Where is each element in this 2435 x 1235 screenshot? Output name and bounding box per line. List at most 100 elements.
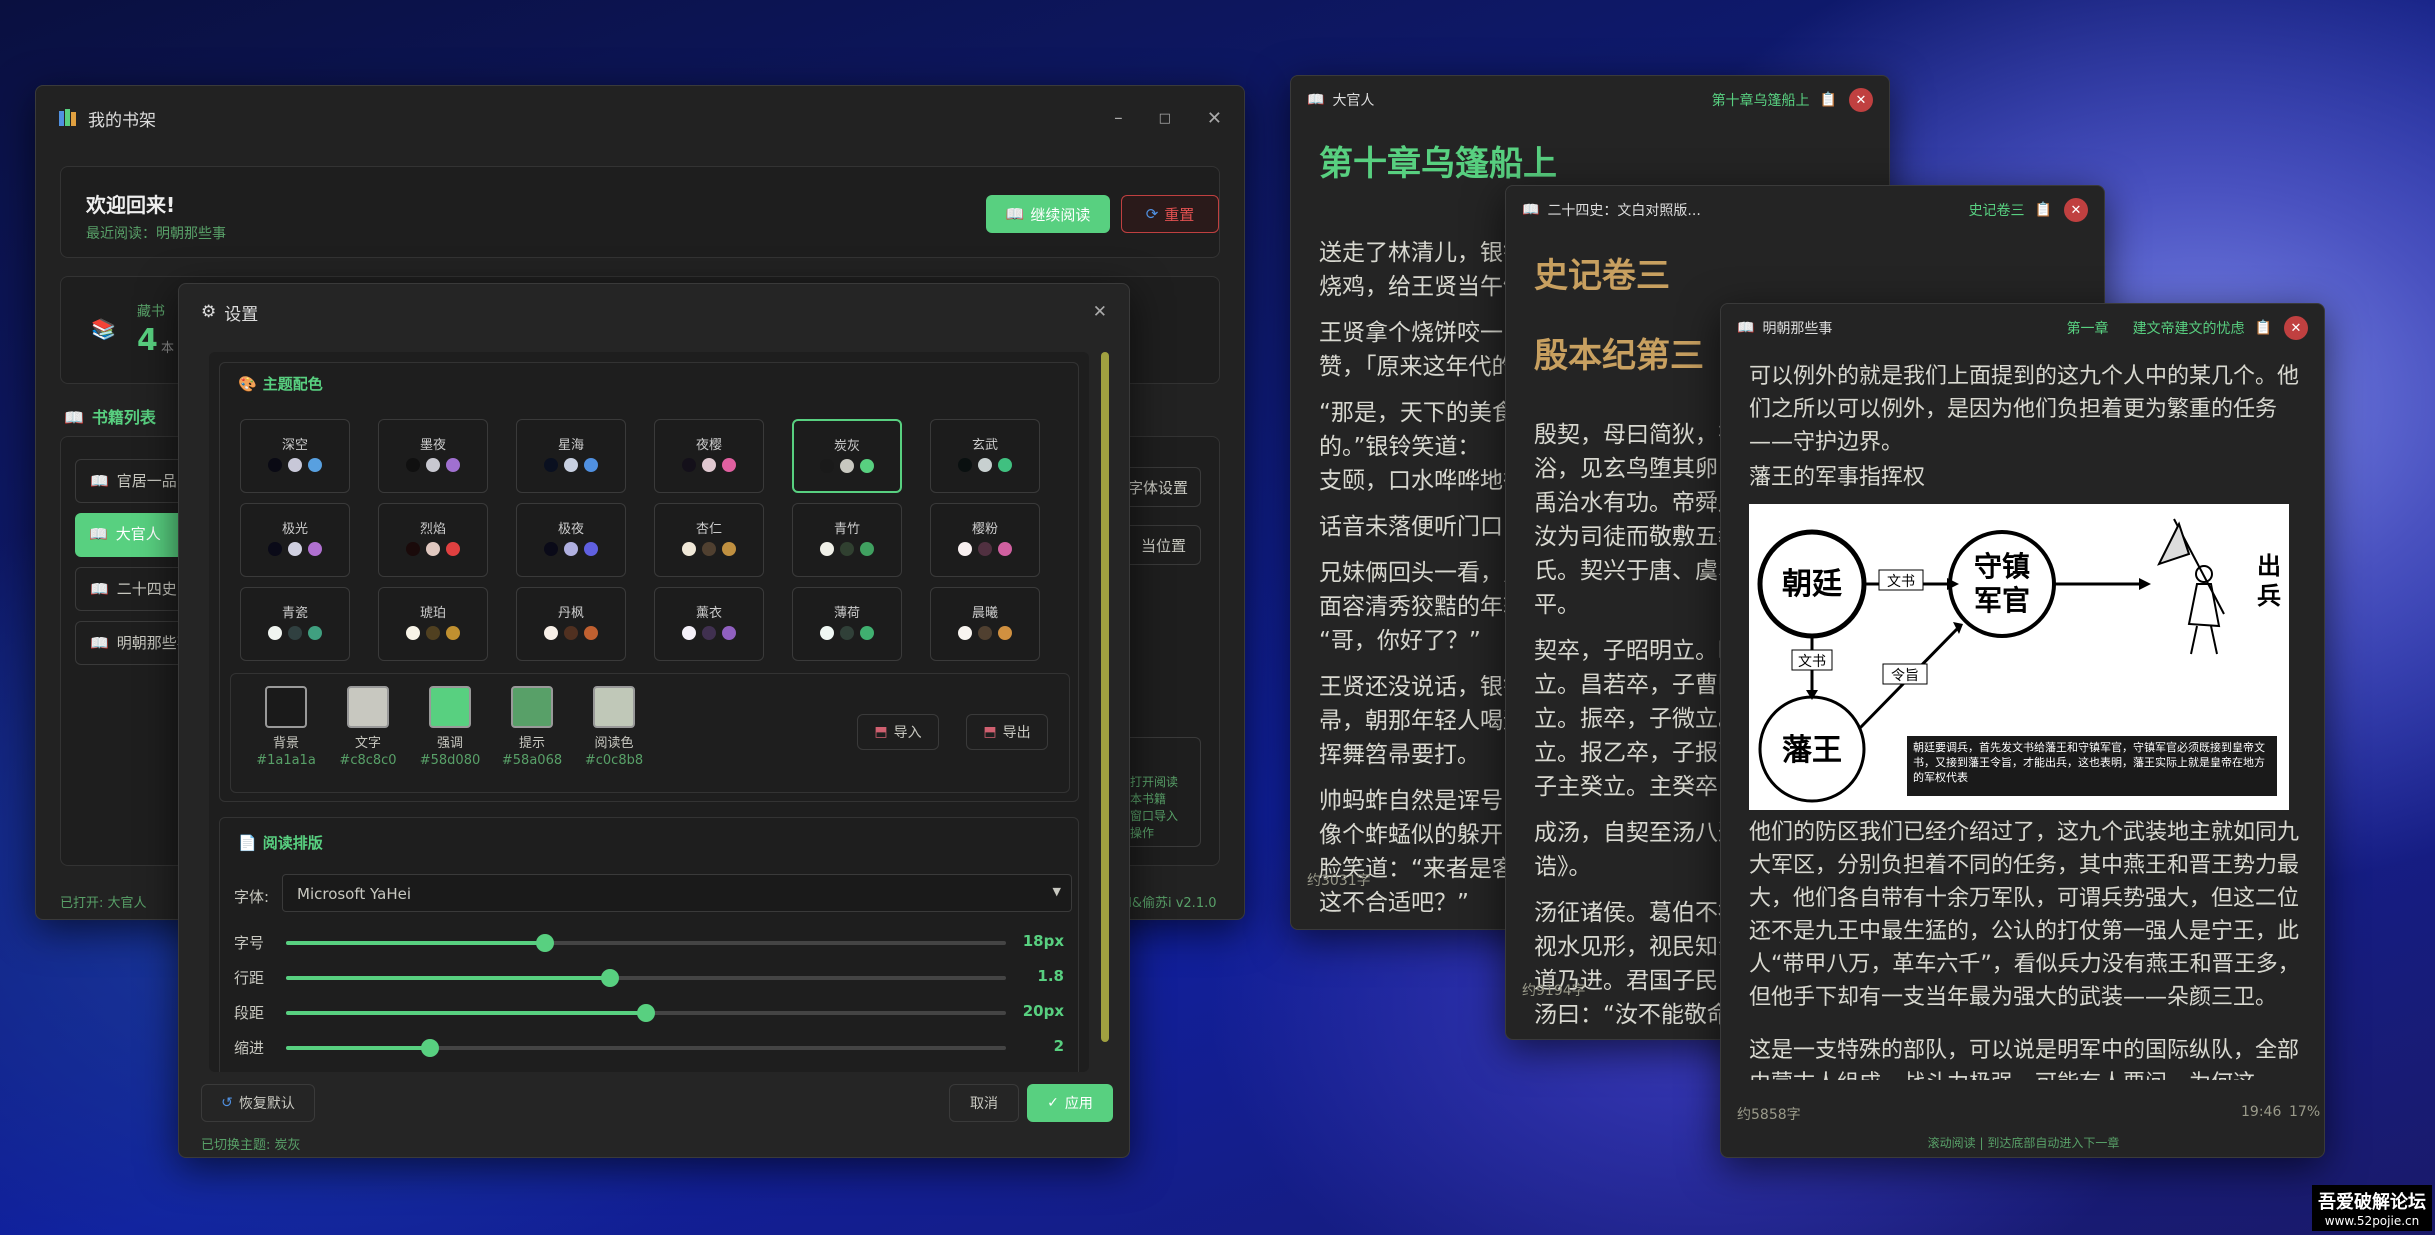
custom-color-swatch[interactable]: 提示 #58a068 <box>497 686 567 768</box>
document-icon: 📄 <box>238 834 257 852</box>
theme-name: 烈焰 <box>419 522 446 537</box>
color-dot <box>584 458 598 472</box>
restore-icon: ↺ <box>221 1095 233 1111</box>
close-icon[interactable]: ✕ <box>2064 198 2088 222</box>
chapter-link[interactable]: 第十章乌篷船上 <box>1712 90 1810 110</box>
book-icon: 📖 <box>1005 205 1025 223</box>
color-dot <box>406 542 420 556</box>
color-box <box>265 686 307 728</box>
palette-icon: 🎨 <box>238 375 257 393</box>
stat-value: 4 <box>137 323 158 358</box>
slider-handle[interactable] <box>421 1039 439 1057</box>
bookshelf-titlebar: 我的书架 – □ ✕ <box>36 86 1244 150</box>
theme-swatch[interactable]: 极光 <box>240 503 350 577</box>
restore-default-button[interactable]: ↺ 恢复默认 <box>201 1084 315 1122</box>
theme-swatch[interactable]: 晨曦 <box>930 587 1040 661</box>
theme-swatch[interactable]: 青瓷 <box>240 587 350 661</box>
theme-swatch[interactable]: 星海 <box>516 419 626 493</box>
color-dot <box>682 626 696 640</box>
theme-dots <box>241 626 349 644</box>
theme-swatch[interactable]: 炭灰 <box>792 419 902 493</box>
color-dot <box>958 542 972 556</box>
settings-scroll-area: 🎨 主题配色 深空 墨夜 星海 夜樱 炭灰 玄武 极光 烈焰 极夜 杏仁 青竹 樱粉 青瓷 琥珀 丹枫 薰衣 薄荷… <box>209 352 1089 1072</box>
font-select[interactable]: Microsoft YaHei ▼ <box>282 874 1072 912</box>
color-dot <box>978 626 992 640</box>
slider-label: 字号 <box>234 934 265 952</box>
theme-dots <box>655 626 763 644</box>
slider-track[interactable] <box>286 1039 1006 1057</box>
paragraph-2: 他们的防区我们已经介绍过了，这九个武装地主就如同九大军区，分别负担着不同的任务，… <box>1749 820 2300 1010</box>
color-dot <box>998 542 1012 556</box>
color-dot <box>288 626 302 640</box>
close-icon[interactable]: ✕ <box>1207 108 1222 129</box>
custom-color-swatch[interactable]: 背景 #1a1a1a <box>251 686 321 768</box>
theme-name: 薄荷 <box>833 606 860 621</box>
book-icon: 📖 <box>1522 202 1540 218</box>
layout-section: 📄 阅读排版 字体: Microsoft YaHei ▼ 字号 18px 行距 1.8 段距… <box>219 817 1079 1072</box>
theme-swatch[interactable]: 玄武 <box>930 419 1040 493</box>
export-button[interactable]: ⬒ 导出 <box>966 714 1048 750</box>
theme-dots <box>931 626 1039 644</box>
color-dot <box>860 542 874 556</box>
theme-name: 丹枫 <box>557 606 584 621</box>
slider-track[interactable] <box>286 934 1006 952</box>
slider-value: 18px <box>1022 932 1064 950</box>
theme-swatch[interactable]: 薰衣 <box>654 587 764 661</box>
theme-swatch[interactable]: 烈焰 <box>378 503 488 577</box>
toc-icon[interactable]: 📋 <box>2035 202 2052 218</box>
continue-reading-button[interactable]: 📖 继续阅读 <box>986 195 1110 233</box>
theme-swatch[interactable]: 墨夜 <box>378 419 488 493</box>
section-link[interactable]: 建文帝建文的忧虑 <box>2133 318 2245 338</box>
close-icon[interactable]: ✕ <box>1093 302 1107 322</box>
settings-dialog: ⚙ 设置 ✕ 🎨 主题配色 深空 墨夜 星海 夜樱 炭灰 玄武 极光 烈焰 极夜 杏仁 青竹 樱粉 青瓷 琥… <box>178 283 1130 1158</box>
color-dot <box>820 459 834 473</box>
slider-row: 字号 18px <box>234 932 1064 952</box>
theme-name: 深空 <box>281 438 308 453</box>
svg-text:朝廷: 朝廷 <box>1782 567 1842 602</box>
scroll-hint: 滚动阅读 | 到达底部自动进入下一章 <box>1927 1136 2120 1150</box>
custom-color-swatch[interactable]: 阅读色 #c0c8b8 <box>579 686 649 768</box>
toc-icon[interactable]: 📋 <box>2255 320 2272 336</box>
toc-icon[interactable]: 📋 <box>1820 92 1837 108</box>
import-button[interactable]: ⬒ 导入 <box>857 714 939 750</box>
slider-handle[interactable] <box>536 934 554 952</box>
theme-swatch[interactable]: 夜樱 <box>654 419 764 493</box>
apply-button[interactable]: ✓ 应用 <box>1027 1084 1113 1122</box>
color-dot <box>446 458 460 472</box>
close-icon[interactable]: ✕ <box>2284 316 2308 340</box>
reader-title: 明朝那些事 <box>1762 321 1833 337</box>
settings-titlebar: ⚙ 设置 ✕ <box>179 284 1129 340</box>
chapter-link[interactable]: 史记卷三 <box>1969 200 2025 220</box>
theme-name: 夜樱 <box>695 438 722 453</box>
theme-swatch[interactable]: 极夜 <box>516 503 626 577</box>
slider-track[interactable] <box>286 969 1006 987</box>
theme-swatch[interactable]: 深空 <box>240 419 350 493</box>
scrollbar[interactable] <box>1101 352 1109 1042</box>
maximize-icon[interactable]: □ <box>1159 111 1171 126</box>
cancel-button[interactable]: 取消 <box>949 1084 1019 1122</box>
theme-swatch[interactable]: 丹枫 <box>516 587 626 661</box>
theme-swatch[interactable]: 青竹 <box>792 503 902 577</box>
theme-dots <box>655 458 763 476</box>
theme-dots <box>517 458 625 476</box>
theme-swatch[interactable]: 薄荷 <box>792 587 902 661</box>
theme-dots <box>379 458 487 476</box>
custom-color-swatch[interactable]: 强调 #58d080 <box>415 686 485 768</box>
theme-swatch[interactable]: 琥珀 <box>378 587 488 661</box>
minimize-icon[interactable]: – <box>1114 108 1123 128</box>
slider-handle[interactable] <box>637 1004 655 1022</box>
theme-dots <box>241 458 349 476</box>
word-count: 约3031字 <box>1307 873 1371 889</box>
close-icon[interactable]: ✕ <box>1849 88 1873 112</box>
chapter-link[interactable]: 第一章 <box>2067 318 2109 338</box>
theme-swatch[interactable]: 樱粉 <box>930 503 1040 577</box>
custom-color-swatch[interactable]: 文字 #c8c8c0 <box>333 686 403 768</box>
slider-handle[interactable] <box>601 969 619 987</box>
color-label: 提示 <box>518 736 545 751</box>
color-dot <box>288 542 302 556</box>
theme-swatch[interactable]: 杏仁 <box>654 503 764 577</box>
theme-dots <box>793 542 901 560</box>
svg-text:出: 出 <box>2257 551 2281 580</box>
reset-button[interactable]: ⟳ 重置 <box>1121 195 1219 233</box>
slider-track[interactable] <box>286 1004 1006 1022</box>
